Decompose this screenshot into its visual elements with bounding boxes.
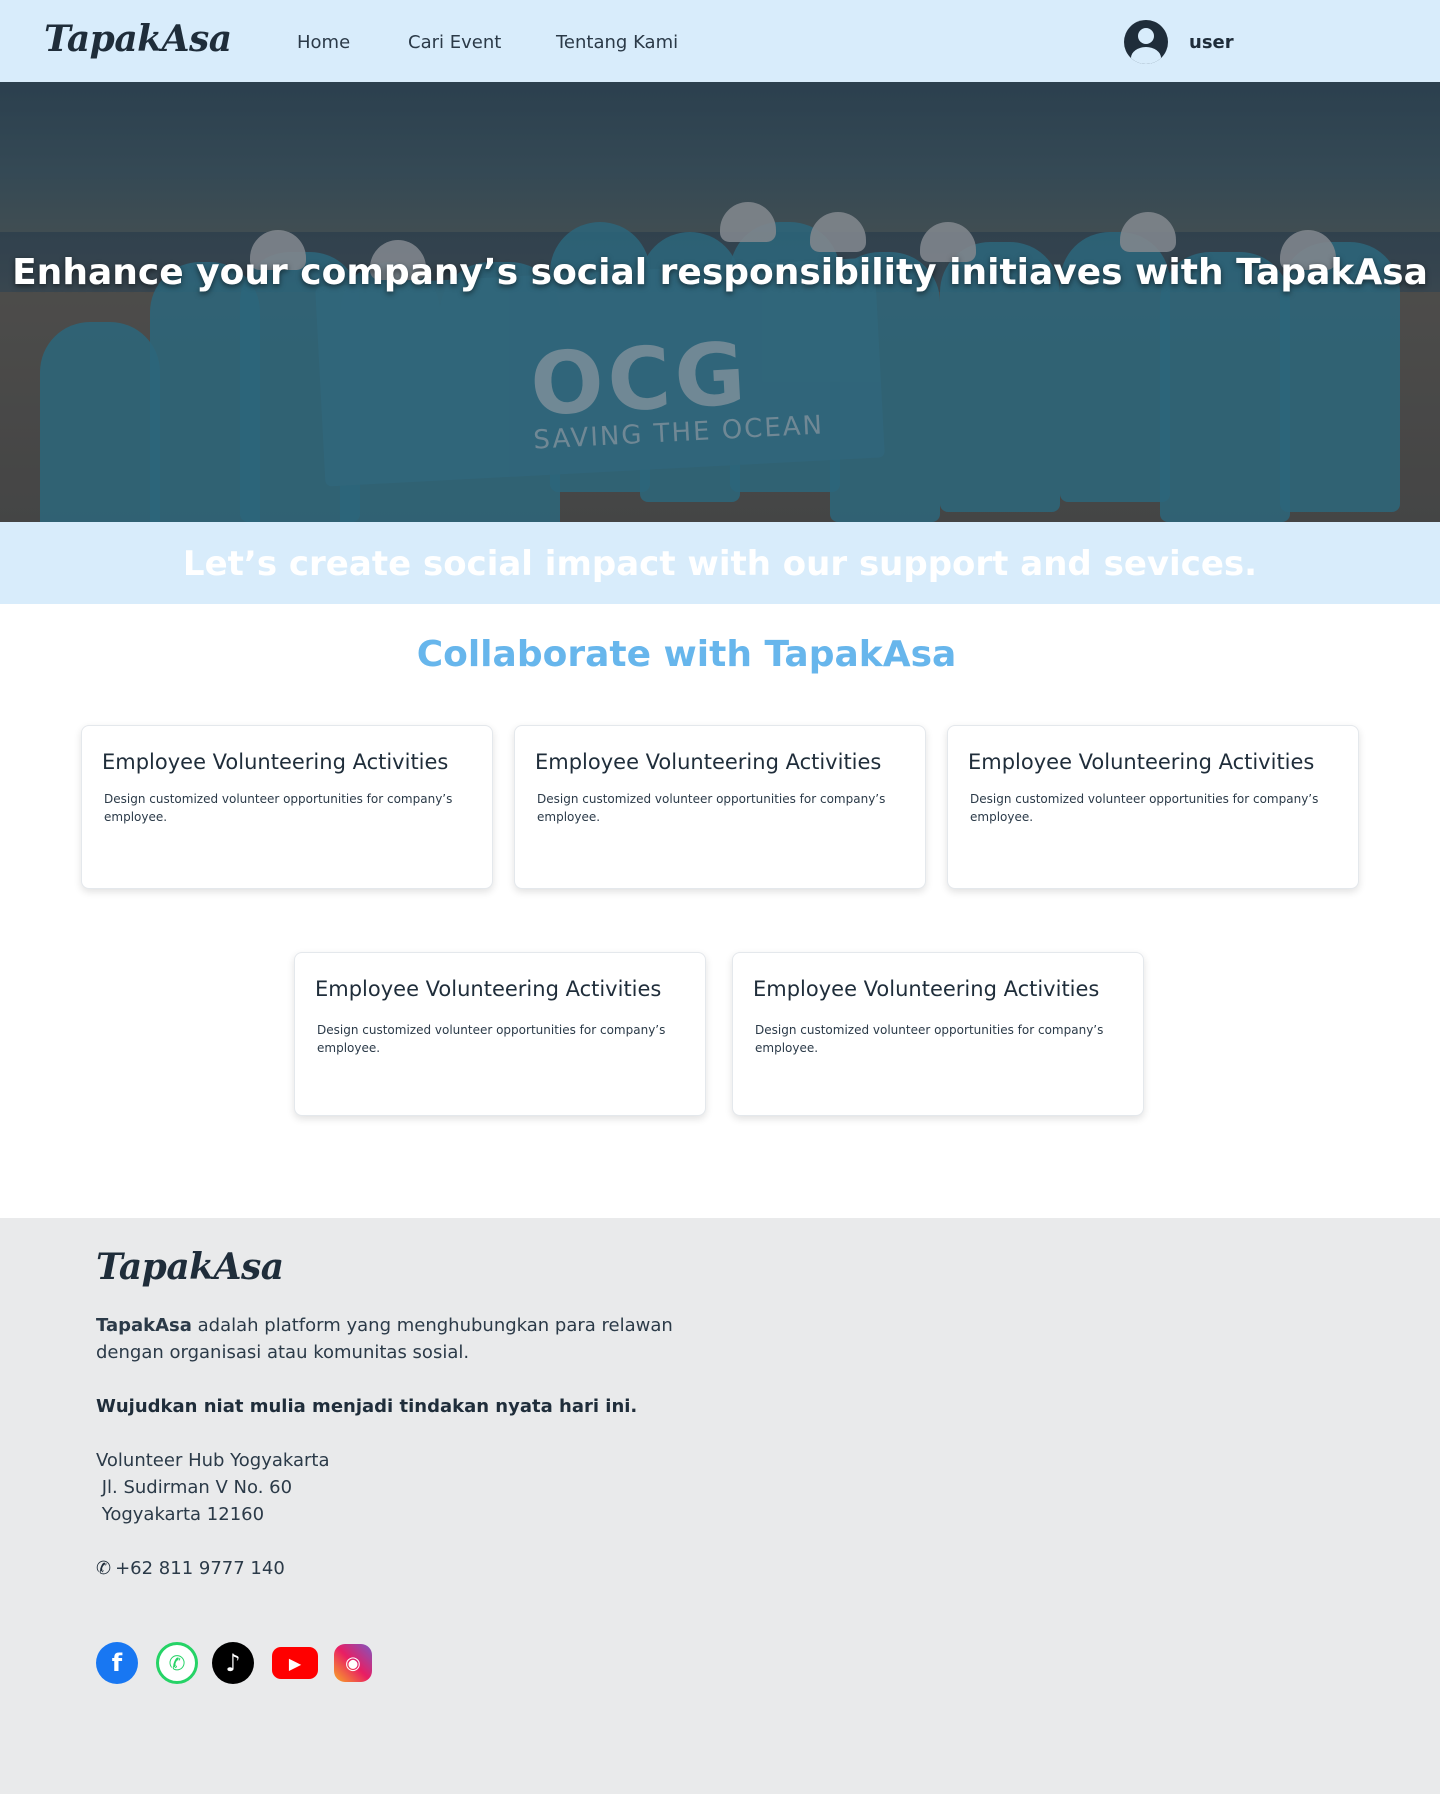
user-avatar-icon[interactable] (1124, 20, 1168, 64)
facebook-icon[interactable]: f (96, 1642, 138, 1684)
card-description: Design customized volunteer opportunitie… (970, 792, 1319, 824)
footer-logo[interactable]: TapakAsa (96, 1246, 284, 1288)
card-title: Employee Volunteering Activities (535, 750, 882, 774)
footer-address-line: Volunteer Hub Yogyakarta (96, 1450, 330, 1471)
hero-dark-overlay (0, 82, 1440, 522)
footer-address-line: Jl. Sudirman V No. 60 (96, 1477, 293, 1498)
footer-about-brand: TapakAsa (96, 1315, 192, 1336)
section-title: Collaborate with TapakAsa (416, 634, 957, 675)
card-title: Employee Volunteering Activities (102, 750, 449, 774)
card-description: Design customized volunteer opportunitie… (317, 1023, 666, 1055)
footer-address-line: Yogyakarta 12160 (96, 1504, 265, 1525)
card-title: Employee Volunteering Activities (753, 977, 1100, 1001)
card-title: Employee Volunteering Activities (315, 977, 662, 1001)
slogan-text: Let’s create social impact with our supp… (182, 544, 1258, 584)
whatsapp-icon[interactable]: ✆ (156, 1642, 198, 1684)
service-card[interactable]: Employee Volunteering Activities Design … (294, 952, 706, 1116)
service-card[interactable]: Employee Volunteering Activities Design … (732, 952, 1144, 1116)
footer-phone-number[interactable]: +62 811 9777 140 (115, 1558, 285, 1579)
user-name-label[interactable]: user (1189, 32, 1234, 53)
footer-address: Volunteer Hub Yogyakarta Jl. Sudirman V … (96, 1447, 330, 1528)
nav-link-home[interactable]: Home (297, 32, 350, 53)
site-logo[interactable]: TapakAsa (44, 18, 232, 60)
instagram-icon[interactable]: ◉ (334, 1644, 372, 1682)
card-description: Design customized volunteer opportunitie… (537, 792, 886, 824)
nav-link-cari-event[interactable]: Cari Event (408, 32, 501, 53)
youtube-icon[interactable]: ▶ (272, 1647, 318, 1679)
footer-about: TapakAsa adalah platform yang menghubung… (96, 1312, 716, 1366)
footer-tagline: Wujudkan niat mulia menjadi tindakan nya… (96, 1396, 638, 1417)
card-description: Design customized volunteer opportunitie… (755, 1023, 1104, 1055)
phone-icon: ✆ (96, 1558, 112, 1579)
service-card[interactable]: Employee Volunteering Activities Design … (514, 725, 926, 889)
tiktok-icon[interactable]: ♪ (212, 1642, 254, 1684)
hero-banner: OCG SAVING THE OCEAN Enhance your compan… (0, 82, 1440, 522)
service-card[interactable]: Employee Volunteering Activities Design … (81, 725, 493, 889)
nav-link-tentang-kami[interactable]: Tentang Kami (556, 32, 678, 53)
slogan-band: Let’s create social impact with our supp… (0, 522, 1440, 604)
card-description: Design customized volunteer opportunitie… (104, 792, 453, 824)
hero-title: Enhance your company’s social responsibi… (12, 252, 1428, 293)
top-navbar: TapakAsa Home Cari Event Tentang Kami us… (0, 0, 1440, 82)
card-title: Employee Volunteering Activities (968, 750, 1315, 774)
site-footer: TapakAsa TapakAsa adalah platform yang m… (0, 1218, 1440, 1794)
footer-phone: ✆ +62 811 9777 140 (96, 1555, 285, 1582)
service-card[interactable]: Employee Volunteering Activities Design … (947, 725, 1359, 889)
